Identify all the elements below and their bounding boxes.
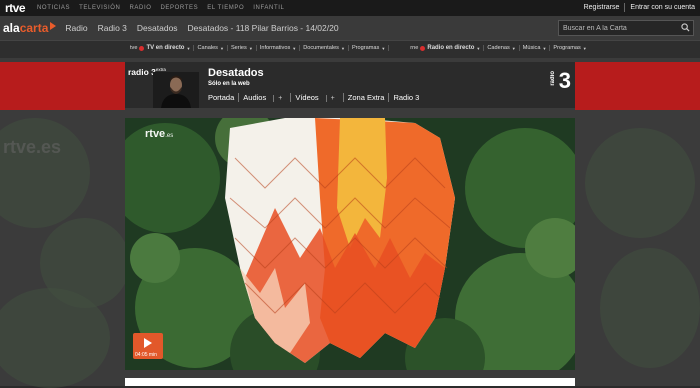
- watermark-suffix: .es: [165, 133, 174, 139]
- search-input[interactable]: [559, 24, 679, 32]
- live-dot-icon: [139, 45, 145, 51]
- menu-programas-radio[interactable]: Programas ▼: [550, 45, 589, 51]
- chevron-down-icon: ▼: [542, 45, 547, 51]
- menu-series[interactable]: Series ▼: [228, 45, 257, 51]
- menu-cadenas[interactable]: Cadenas ▼: [484, 45, 520, 51]
- tve-logo: tve: [130, 45, 138, 51]
- chevron-down-icon: ▼: [340, 45, 345, 51]
- program-tabs: Portada Audios + Vídeos + Zona Extra Radio…: [208, 93, 423, 102]
- host-photo: [153, 72, 199, 108]
- tab-zona-extra[interactable]: Zona Extra: [342, 93, 389, 102]
- background-leaf: [600, 248, 700, 368]
- channel-menu-bar: tve TV en directo ▼ Canales ▼ Series ▼ Inf…: [0, 40, 700, 58]
- duration-label: 04:05 min: [135, 352, 157, 358]
- plus-icon: +: [325, 95, 339, 102]
- red-banner-left: [0, 62, 125, 110]
- menu-label: Canales: [197, 45, 218, 51]
- chevron-down-icon: ▼: [186, 45, 191, 51]
- menu-label: Programas: [553, 45, 581, 51]
- menu-programas-tv[interactable]: Programas ▼: [349, 45, 390, 51]
- radio3-logo-text: radio 3: [128, 67, 156, 77]
- program-header: radio 3extra Desatados Sólo en la web Po…: [125, 62, 575, 108]
- alacarta-logo-a: ala: [3, 21, 20, 35]
- breadcrumb-radio-3[interactable]: Radio 3: [98, 23, 127, 33]
- alacarta-logo-b: carta: [19, 21, 49, 35]
- top-bar: rtve NOTICIAS TELEVISIÓN RADIO DEPORTES …: [0, 0, 700, 16]
- breadcrumb-desatados[interactable]: Desatados: [137, 23, 178, 33]
- chevron-down-icon: ▼: [219, 45, 224, 51]
- breadcrumb-current: Desatados - 118 Pilar Barrios - 14/02/20: [187, 23, 339, 33]
- tab-audios[interactable]: Audios +: [238, 93, 290, 102]
- register-link[interactable]: Registrarse: [584, 4, 620, 11]
- menu-label: Documentales: [303, 45, 339, 51]
- menu-canales[interactable]: Canales ▼: [194, 45, 228, 51]
- watermark-text: rtve: [145, 128, 166, 140]
- chevron-down-icon: ▼: [292, 45, 297, 51]
- live-dot-icon: [420, 45, 426, 51]
- chevron-down-icon: ▼: [582, 45, 587, 51]
- alacarta-logo[interactable]: ala carta: [3, 21, 57, 35]
- top-nav: NOTICIAS TELEVISIÓN RADIO DEPORTES EL TI…: [37, 5, 284, 11]
- nav-infantil[interactable]: INFANTIL: [253, 5, 284, 11]
- plus-icon: +: [273, 95, 287, 102]
- alacarta-bar: ala carta Radio Radio 3 Desatados Desatad…: [0, 16, 700, 40]
- tab-portada[interactable]: Portada: [208, 93, 238, 102]
- menu-documentales[interactable]: Documentales ▼: [300, 45, 349, 51]
- account-links: Registrarse Entrar con su cuenta: [584, 3, 695, 12]
- breadcrumb: Radio Radio 3 Desatados Desatados - 118 …: [65, 23, 338, 33]
- login-link[interactable]: Entrar con su cuenta: [630, 4, 695, 11]
- chevron-down-icon: ▼: [248, 45, 253, 51]
- channel-menu: tve TV en directo ▼ Canales ▼ Series ▼ Inf…: [127, 45, 590, 51]
- divider: [624, 3, 626, 12]
- radio3-logo-number[interactable]: 3: [559, 68, 571, 94]
- tv-live-link[interactable]: tve TV en directo ▼: [127, 45, 195, 51]
- tab-radio-3[interactable]: Radio 3: [388, 93, 423, 102]
- play-icon: [144, 338, 152, 348]
- background-rtve-watermark: rtve.es: [3, 137, 62, 157]
- background-leaf: [585, 128, 695, 238]
- search-box: [558, 20, 694, 36]
- radio3-logo-word: radio: [550, 71, 556, 86]
- background-leaf: [0, 288, 110, 388]
- menu-label: Series: [230, 45, 247, 51]
- tab-videos[interactable]: Vídeos +: [290, 93, 342, 102]
- nav-deportes[interactable]: DEPORTES: [161, 5, 199, 11]
- play-triangle-icon: [50, 21, 57, 30]
- video-player[interactable]: rtve.es: [125, 118, 575, 370]
- host-portrait-image: [153, 72, 199, 108]
- tab-label: Audios: [243, 93, 267, 102]
- play-button[interactable]: 04:05 min: [133, 333, 163, 359]
- rtve-watermark: rtve.es: [145, 128, 173, 140]
- red-banner-right: [575, 62, 700, 110]
- menu-label: Música: [522, 45, 541, 51]
- radio-live-link[interactable]: rne Radio en directo ▼: [407, 45, 485, 51]
- tab-label: Vídeos: [295, 93, 319, 102]
- content-panel-edge: [125, 378, 575, 386]
- program-subtitle: Sólo en la web: [208, 81, 250, 87]
- menu-label: Informativos: [259, 45, 291, 51]
- chevron-down-icon: ▼: [381, 45, 386, 51]
- nav-radio[interactable]: RADIO: [129, 5, 151, 11]
- rne-logo: rne: [410, 45, 419, 51]
- nav-television[interactable]: TELEVISIÓN: [79, 5, 120, 11]
- rtve-logo[interactable]: rtve: [5, 1, 31, 15]
- nav-el-tiempo[interactable]: EL TIEMPO: [207, 5, 244, 11]
- menu-informativos[interactable]: Informativos ▼: [257, 45, 301, 51]
- menu-musica[interactable]: Música ▼: [520, 45, 551, 51]
- search-icon[interactable]: [681, 23, 690, 32]
- tv-live-label: TV en directo: [146, 45, 185, 51]
- video-thumbnail: [125, 118, 575, 370]
- program-title: Desatados: [208, 67, 264, 79]
- radio-live-label: Radio en directo: [427, 45, 475, 51]
- nav-noticias[interactable]: NOTICIAS: [37, 5, 70, 11]
- background-leaf: [0, 118, 90, 228]
- menu-label: Cadenas: [487, 45, 510, 51]
- breadcrumb-radio[interactable]: Radio: [65, 23, 87, 33]
- chevron-down-icon: ▼: [476, 45, 481, 51]
- chevron-down-icon: ▼: [511, 45, 516, 51]
- menu-label: Programas: [351, 45, 380, 51]
